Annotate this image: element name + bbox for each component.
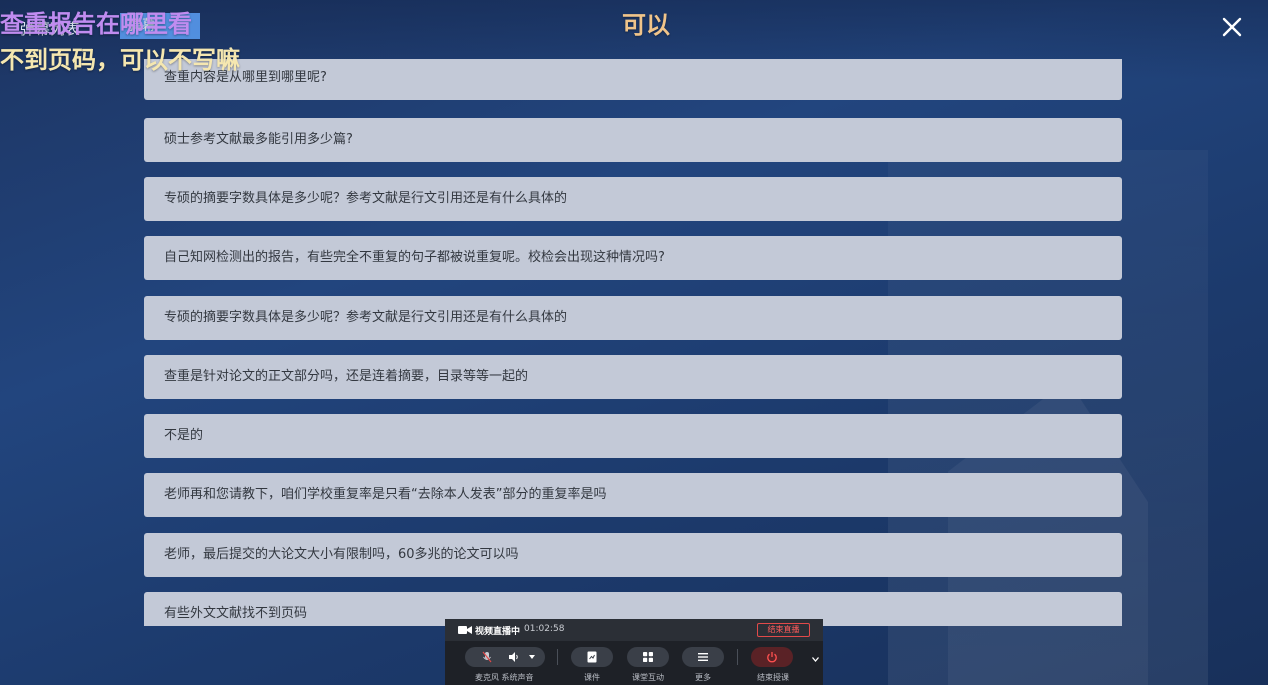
- list-item: 硕士参考文献最多能引用多少篇?: [144, 118, 1122, 162]
- chevron-down-icon[interactable]: [529, 655, 535, 659]
- end-class-button[interactable]: [751, 647, 793, 667]
- list-item: 老师再和您请教下，咱们学校重复率是只看“去除本人发表”部分的重复率是吗: [144, 473, 1122, 517]
- power-icon: [767, 652, 777, 663]
- courseware-button[interactable]: [571, 647, 613, 667]
- chevron-down-icon[interactable]: [812, 657, 819, 662]
- list-item: 不是的: [144, 414, 1122, 458]
- live-control-bar: 视频直播中 01:02:58 结束直播 麦克风 系统声音 课件 课堂互动 更多 …: [445, 619, 823, 685]
- danmaku-message: 查重报告在哪里看: [0, 10, 192, 38]
- control-label: 更多: [695, 673, 711, 682]
- more-button[interactable]: [682, 647, 724, 667]
- class-interaction-button[interactable]: [627, 647, 669, 667]
- live-timer: 01:02:58: [524, 624, 565, 634]
- danmaku-message: 不到页码，可以不写嘛: [0, 46, 240, 74]
- list-item: 自己知网检测出的报告，有些完全不重复的句子都被说重复呢。校检会出现这种情况吗?: [144, 236, 1122, 280]
- control-label: 结束授课: [757, 673, 789, 682]
- list-item: 查重内容是从哪里到哪里呢?: [144, 59, 1122, 100]
- list-item: 老师，最后提交的大论文大小有限制吗，60多兆的论文可以吗: [144, 533, 1122, 577]
- close-icon[interactable]: [1219, 14, 1245, 40]
- live-status-label: 视频直播中: [475, 627, 521, 637]
- speaker-icon[interactable]: [508, 652, 520, 662]
- camera-icon: [458, 626, 472, 634]
- list-item: 查重是针对论文的正文部分吗，还是连着摘要，目录等等一起的: [144, 355, 1122, 399]
- courseware-icon: [587, 651, 597, 663]
- question-list: 查重内容是从哪里到哪里呢? 硕士参考文献最多能引用多少篇? 专硕的摘要字数具体是…: [144, 59, 1122, 626]
- grid-icon: [643, 652, 653, 662]
- divider: [737, 649, 738, 665]
- danmaku-message: 可以: [622, 11, 670, 39]
- control-label: 课堂互动: [632, 673, 664, 682]
- mic-speaker-control[interactable]: [465, 647, 545, 667]
- live-status-header: 视频直播中 01:02:58 结束直播: [445, 619, 823, 641]
- control-label: 麦克风 系统声音: [475, 673, 534, 682]
- divider: [557, 649, 558, 665]
- end-live-button[interactable]: 结束直播: [757, 623, 810, 637]
- mic-muted-icon[interactable]: [481, 651, 493, 663]
- list-item: 专硕的摘要字数具体是多少呢？参考文献是行文引用还是有什么具体的: [144, 296, 1122, 340]
- list-item: 专硕的摘要字数具体是多少呢？参考文献是行文引用还是有什么具体的: [144, 177, 1122, 221]
- control-label: 课件: [584, 673, 600, 682]
- menu-icon: [698, 653, 708, 661]
